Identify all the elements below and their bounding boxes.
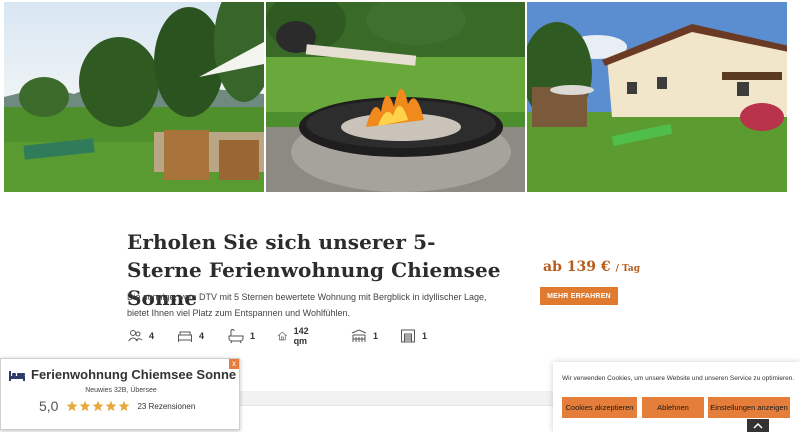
feature-bathrooms: 1 [228,327,255,345]
feature-guests: 4 [127,327,154,345]
cookie-settings-button[interactable]: Einstellungen anzeigen [708,397,790,418]
feature-value: 1 [422,331,428,341]
more-info-button[interactable]: MEHR ERFAHREN [540,287,618,305]
review-count[interactable]: 23 Rezensionen [137,402,195,411]
feature-garage: 1 [400,327,427,345]
feature-value: 4 [199,331,205,341]
garden-lounge-photo[interactable] [4,2,264,192]
chevron-up-icon [753,422,763,429]
guests-icon [128,330,143,342]
star-icon [119,400,130,412]
property-name: Ferienwohnung Chiemsee Sonne [31,367,237,382]
bed-icon [178,331,192,342]
review-header: Ferienwohnung Chiemsee Sonne [9,367,236,382]
feature-beds: 4 [177,327,204,345]
description: Die sonnige, vom DTV mit 5 Sternen bewer… [127,292,487,318]
cookie-message: Wir verwenden Cookies, um unsere Website… [562,375,795,382]
accept-cookies-button[interactable]: Cookies akzeptieren [562,397,637,418]
fire-pit-photo[interactable] [266,2,525,192]
feature-value: 1 [250,331,256,341]
star-icon [106,400,117,412]
review-widget[interactable]: x Ferienwohnung Chiemsee Sonne Neuwies 3… [0,358,240,430]
feature-terrace: 1 [351,327,378,345]
deny-cookies-button[interactable]: Ablehnen [642,397,704,418]
scroll-top-button[interactable] [747,419,769,432]
bed-icon [9,370,25,381]
bathtub-icon [228,328,244,344]
rating-score: 5,0 [39,398,59,414]
terrace-icon [351,329,367,342]
garage-icon [401,329,415,343]
price-unit: / Tag [615,264,641,274]
feature-size: 142 qm [277,326,314,346]
house-garden-photo[interactable] [527,2,787,192]
photo-gallery [0,0,800,194]
star-icon [67,400,78,412]
price-amount: ab 139 € [543,259,611,275]
rating-row: 5,0 23 Rezensionen [39,397,195,415]
star-icon [93,400,104,412]
feature-value: 1 [373,331,379,341]
section-divider [240,391,552,405]
feature-value: 4 [149,331,155,341]
feature-value: 142 qm [293,326,309,346]
house-icon [277,331,287,341]
star-rating [66,400,131,412]
property-address: Neuwies 32B, Übersee [85,387,157,394]
star-icon [80,400,91,412]
price: ab 139 € / Tag [543,256,640,275]
